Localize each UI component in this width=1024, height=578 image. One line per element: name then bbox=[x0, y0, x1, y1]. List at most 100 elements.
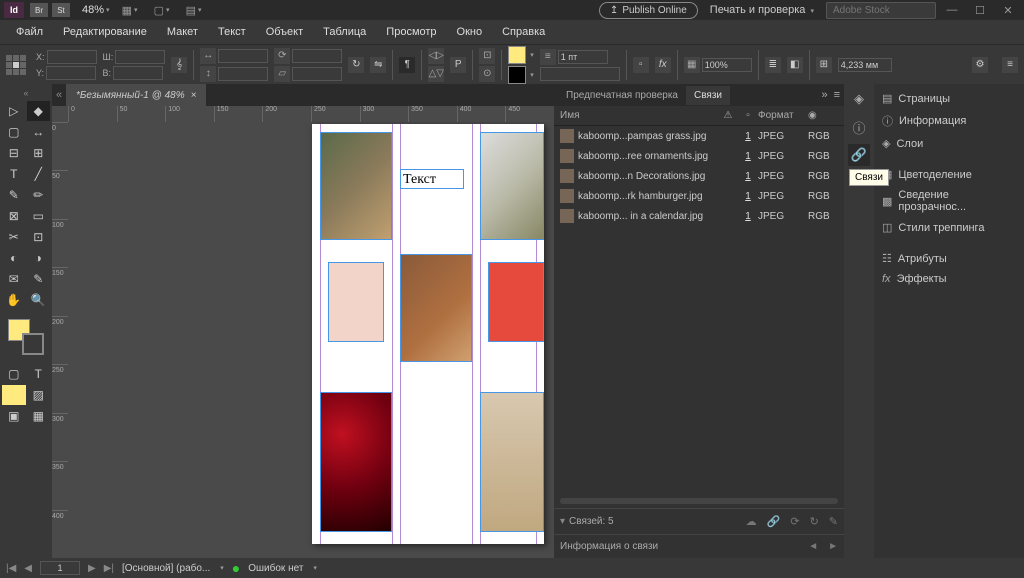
links-icon[interactable]: 🔗 bbox=[848, 144, 870, 166]
print-check-menu[interactable]: Печать и проверка ▾ bbox=[710, 4, 814, 16]
dock-effects[interactable]: fxЭффекты bbox=[874, 269, 1024, 289]
minimize-button[interactable]: — bbox=[940, 2, 964, 18]
hand-tool[interactable]: ✋ bbox=[2, 290, 26, 310]
link-row[interactable]: kaboomp... in a calendar.jpg1JPEGRGB bbox=[554, 206, 844, 226]
doc-tab-close-icon[interactable]: × bbox=[191, 90, 197, 101]
info-icon[interactable]: ⓘ bbox=[848, 116, 870, 138]
dock-flattener[interactable]: ▩Сведение прозрачнос... bbox=[874, 185, 1024, 217]
properties-icon[interactable]: ◈ bbox=[848, 88, 870, 110]
doc-tab[interactable]: *Безымянный-1 @ 48% × bbox=[66, 84, 206, 106]
eyedropper-tool[interactable]: ✎ bbox=[27, 269, 51, 289]
screen-mode-icon[interactable]: ▢▾ bbox=[150, 2, 174, 18]
stroke-weight-input[interactable] bbox=[558, 50, 608, 64]
dock-info[interactable]: ⓘИнформация bbox=[874, 109, 1024, 133]
tabs-collapse-icon[interactable]: « bbox=[52, 89, 66, 101]
line-tool[interactable]: ╱ bbox=[27, 164, 51, 184]
rect-frame-tool[interactable]: ⊠ bbox=[2, 206, 26, 226]
dock-trap[interactable]: ◫Стили треппинга bbox=[874, 217, 1024, 238]
ref-point-icon[interactable] bbox=[6, 55, 26, 75]
goto-link-icon[interactable]: ⟳ bbox=[790, 515, 799, 528]
free-transform-tool[interactable]: ⊡ bbox=[27, 227, 51, 247]
link-page[interactable]: 1 bbox=[738, 171, 758, 182]
formatting-text-icon[interactable]: T bbox=[27, 364, 51, 384]
master-label[interactable]: [Основной] (рабо... bbox=[122, 563, 210, 574]
fill-stroke-control[interactable] bbox=[8, 319, 44, 355]
effects-icon[interactable]: ▫ bbox=[633, 57, 649, 73]
menu-view[interactable]: Просмотр bbox=[376, 22, 446, 42]
pencil-tool[interactable]: ✏ bbox=[27, 185, 51, 205]
content-placer-tool[interactable]: ⊞ bbox=[27, 143, 51, 163]
formatting-container-icon[interactable]: ▢ bbox=[2, 364, 26, 384]
rect-frame[interactable] bbox=[488, 262, 544, 342]
chevron-down-icon[interactable]: ▾ bbox=[106, 6, 110, 14]
opacity-input[interactable] bbox=[702, 58, 752, 72]
link-row[interactable]: kaboomp...rk hamburger.jpg1JPEGRGB bbox=[554, 186, 844, 206]
next-page-icon[interactable]: ▶ bbox=[88, 563, 96, 574]
p-icon[interactable]: P bbox=[450, 57, 466, 73]
update-link-icon[interactable]: ↻ bbox=[810, 515, 819, 528]
page-input[interactable] bbox=[40, 561, 80, 575]
maximize-button[interactable]: ☐ bbox=[968, 2, 992, 18]
paragraph-icon[interactable]: ¶ bbox=[399, 57, 415, 73]
menu-edit[interactable]: Редактирование bbox=[53, 22, 157, 42]
settings-icon[interactable]: ⚙ bbox=[972, 57, 988, 73]
pen-tool[interactable]: ✎ bbox=[2, 185, 26, 205]
col-page-icon[interactable]: ▫ bbox=[738, 110, 758, 121]
zoom-tool[interactable]: 🔍 bbox=[27, 290, 51, 310]
menu-table[interactable]: Таблица bbox=[313, 22, 376, 42]
col-format[interactable]: Формат bbox=[758, 110, 808, 121]
link-page[interactable]: 1 bbox=[738, 151, 758, 162]
image-frame[interactable] bbox=[320, 132, 392, 240]
menu-layout[interactable]: Макет bbox=[157, 22, 208, 42]
zoom-level[interactable]: 48% bbox=[82, 4, 104, 16]
bridge-icon[interactable]: Br bbox=[30, 3, 48, 17]
note-tool[interactable]: ✉ bbox=[2, 269, 26, 289]
scale-y-input[interactable] bbox=[218, 67, 268, 81]
content-collector-tool[interactable]: ⊟ bbox=[2, 143, 26, 163]
preview-mode-icon[interactable]: ▦ bbox=[27, 406, 51, 426]
corner-icon[interactable]: ◧ bbox=[787, 57, 803, 73]
panel-menu-icon[interactable]: ≡ bbox=[834, 89, 840, 101]
tools-collapse-icon[interactable]: « bbox=[2, 86, 50, 100]
select-container-icon[interactable]: ⊡ bbox=[479, 48, 495, 64]
view-options-icon[interactable]: ▦▾ bbox=[118, 2, 142, 18]
panel-collapse-icon[interactable]: » bbox=[821, 89, 827, 101]
menu-help[interactable]: Справка bbox=[492, 22, 555, 42]
arrange-icon[interactable]: ▤▾ bbox=[182, 2, 206, 18]
flip-v-icon[interactable]: △▽ bbox=[428, 66, 444, 82]
image-frame[interactable] bbox=[480, 392, 544, 532]
normal-mode-icon[interactable]: ▣ bbox=[2, 406, 26, 426]
dim-input[interactable] bbox=[838, 58, 892, 72]
dock-separations[interactable]: ▦Цветоделение bbox=[874, 164, 1024, 185]
fx-icon[interactable]: fx bbox=[655, 57, 671, 73]
gradient-swatch-tool[interactable]: ◐ bbox=[2, 248, 26, 268]
page-tool[interactable]: ▢ bbox=[2, 122, 26, 142]
fill-swatch[interactable] bbox=[508, 46, 526, 64]
col-name[interactable]: Имя bbox=[560, 110, 718, 121]
link-page[interactable]: 1 bbox=[738, 191, 758, 202]
image-frame[interactable] bbox=[320, 392, 392, 532]
stock-icon[interactable]: St bbox=[52, 3, 70, 17]
apply-none-icon[interactable]: ▨ bbox=[27, 385, 51, 405]
publish-online-button[interactable]: ↥ Publish Online bbox=[599, 2, 698, 19]
text-wrap-icon[interactable]: ≣ bbox=[765, 57, 781, 73]
fit-icon[interactable]: ⊞ bbox=[816, 57, 832, 73]
page[interactable]: Текст bbox=[312, 124, 544, 544]
last-page-icon[interactable]: ▶| bbox=[104, 563, 114, 574]
scrollbar[interactable] bbox=[560, 498, 838, 504]
dock-pages[interactable]: ▤Страницы bbox=[874, 88, 1024, 109]
shear-input[interactable] bbox=[292, 67, 342, 81]
dock-attributes[interactable]: ☷Атрибуты bbox=[874, 248, 1024, 269]
col-colorspace-icon[interactable]: ◉ bbox=[808, 110, 838, 121]
link-row[interactable]: kaboomp...pampas grass.jpg1JPEGRGB bbox=[554, 126, 844, 146]
scale-x-input[interactable] bbox=[218, 49, 268, 63]
edit-original-icon[interactable]: ✎ bbox=[829, 515, 838, 528]
close-button[interactable]: ✕ bbox=[996, 2, 1020, 18]
type-tool[interactable]: T bbox=[2, 164, 26, 184]
relink-cc-icon[interactable]: ☁ bbox=[746, 515, 757, 528]
h-input[interactable] bbox=[113, 66, 163, 80]
scissors-tool[interactable]: ✂ bbox=[2, 227, 26, 247]
direct-selection-tool[interactable]: ◆ bbox=[27, 101, 51, 121]
tab-preflight[interactable]: Предпечатная проверка bbox=[558, 86, 686, 105]
errors-label[interactable]: Ошибок нет bbox=[248, 563, 303, 574]
